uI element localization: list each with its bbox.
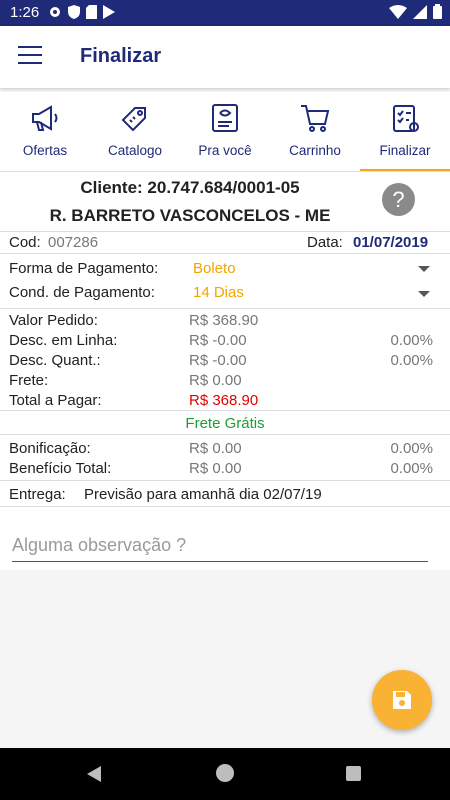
desc-quant-label: Desc. Quant.:	[9, 352, 101, 369]
tab-pra-voce[interactable]: Pra você	[180, 92, 270, 171]
bonificacao-label: Bonificação:	[9, 440, 91, 457]
status-bar: 1:26	[0, 0, 450, 26]
home-icon[interactable]	[216, 764, 234, 782]
client-id: Cliente: 20.747.684/0001-05	[80, 178, 300, 197]
tab-label: Ofertas	[22, 143, 68, 158]
payment-condition-select[interactable]: Cond. de Pagamento: 14 Dias	[0, 282, 450, 306]
desc-quant-value: R$ -0.00	[189, 352, 247, 369]
tab-label: Catalogo	[107, 143, 163, 158]
delivery-row: Entrega: Previsão para amanhã dia 02/07/…	[0, 481, 450, 507]
tab-ofertas[interactable]: Ofertas	[0, 92, 90, 171]
desc-linha-label: Desc. em Linha:	[9, 332, 118, 349]
free-shipping-row: Frete Grátis	[0, 411, 450, 435]
tab-carrinho[interactable]: Carrinho	[270, 92, 360, 171]
frete-label: Frete:	[9, 372, 49, 389]
order-header-row: Cod: 007286 Data: 01/07/2019	[0, 232, 450, 254]
desc-linha-pct: 0.00%	[390, 332, 433, 349]
cod-value: 007286	[48, 234, 99, 251]
app-bar: Finalizar	[0, 26, 450, 88]
payment-method-select[interactable]: Forma de Pagamento: Boleto	[0, 257, 450, 281]
date-label: Data:	[307, 234, 343, 251]
desc-linha-value: R$ -0.00	[189, 332, 247, 349]
payment-block: Forma de Pagamento: Boleto Cond. de Paga…	[0, 257, 450, 309]
system-nav-bar	[0, 748, 450, 800]
help-button[interactable]: ?	[382, 183, 415, 216]
total-label: Total a Pagar:	[9, 392, 102, 409]
wifi-icon	[389, 4, 407, 19]
bonificacao-pct: 0.00%	[390, 440, 433, 457]
payment-method-label: Forma de Pagamento:	[9, 260, 159, 277]
delivery-value: Previsão para amanhã dia 02/07/19	[84, 486, 322, 503]
order-summary: Cliente: 20.747.684/0001-05 R. BARRETO V…	[0, 172, 450, 570]
checklist-icon	[393, 105, 419, 132]
beneficio-pct: 0.00%	[390, 460, 433, 477]
payment-condition-value: 14 Dias	[193, 284, 244, 301]
signal-icon	[413, 4, 427, 19]
delivery-label: Entrega:	[9, 486, 66, 503]
tab-catalogo[interactable]: Catalogo	[90, 92, 180, 171]
bonus-block: Bonificação: R$ 0.00 0.00% Benefício Tot…	[0, 435, 450, 481]
valor-label: Valor Pedido:	[9, 312, 98, 329]
client-name: R. BARRETO VASCONCELOS - ME	[49, 206, 331, 225]
menu-icon[interactable]	[18, 46, 42, 66]
tag-icon	[121, 107, 146, 132]
date-value: 01/07/2019	[353, 234, 429, 251]
cod-label: Cod:	[9, 234, 41, 251]
cart-icon	[301, 105, 330, 132]
page-title: Finalizar	[80, 45, 162, 67]
bonificacao-value: R$ 0.00	[189, 440, 242, 457]
beneficio-label: Benefício Total:	[9, 460, 112, 477]
free-shipping-badge: Frete Grátis	[185, 415, 265, 432]
payment-method-value: Boleto	[193, 260, 236, 277]
status-time: 1:26	[10, 4, 40, 21]
profile-card-icon	[212, 104, 238, 132]
chevron-down-icon	[418, 266, 430, 272]
battery-icon	[433, 4, 442, 19]
tab-bar: Ofertas Catalogo Pra você Carrinho Final…	[0, 92, 450, 172]
total-value: R$ 368.90	[189, 392, 259, 409]
save-icon	[393, 691, 411, 709]
beneficio-value: R$ 0.00	[189, 460, 242, 477]
observation-input[interactable]	[12, 530, 428, 562]
play-store-icon	[103, 5, 115, 19]
tab-finalizar[interactable]: Finalizar	[360, 92, 450, 171]
chevron-down-icon	[418, 291, 430, 297]
desc-quant-pct: 0.00%	[390, 352, 433, 369]
sd-card-icon	[86, 5, 97, 19]
recents-icon[interactable]	[346, 766, 361, 781]
settings-icon	[50, 7, 60, 17]
tab-label: Carrinho	[289, 143, 341, 158]
megaphone-icon	[32, 105, 58, 131]
valor-value: R$ 368.90	[189, 312, 259, 329]
shield-icon	[68, 5, 80, 19]
back-icon[interactable]	[87, 766, 101, 782]
tab-label: Finalizar	[379, 143, 431, 158]
tab-label: Pra você	[198, 143, 252, 158]
payment-condition-label: Cond. de Pagamento:	[9, 284, 155, 301]
client-info: Cliente: 20.747.684/0001-05 R. BARRETO V…	[0, 172, 450, 232]
totals-block: Valor Pedido: R$ 368.90 Desc. em Linha: …	[0, 309, 450, 411]
save-button[interactable]	[372, 670, 432, 730]
frete-value: R$ 0.00	[189, 372, 242, 389]
